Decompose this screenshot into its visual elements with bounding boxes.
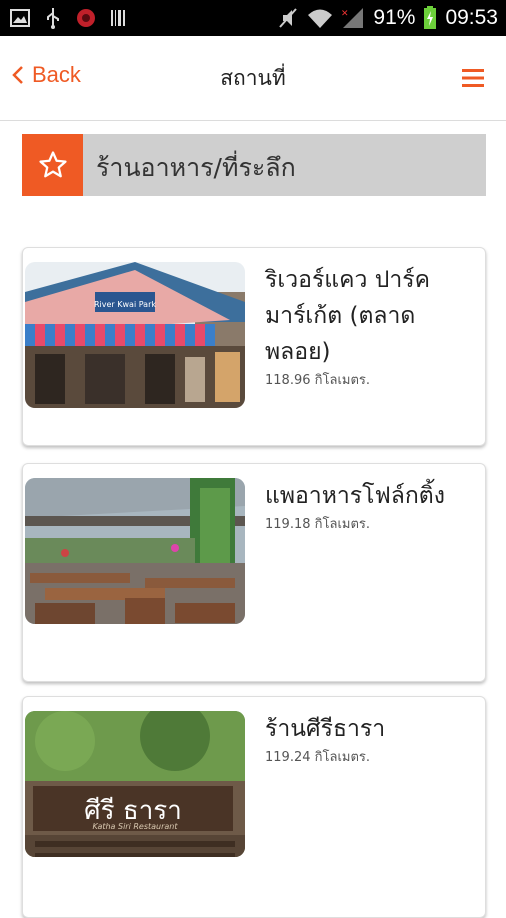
place-distance: 118.96 กิโลเมตร.	[265, 373, 371, 388]
hamburger-menu-icon	[462, 69, 484, 87]
clock: 09:53	[445, 6, 498, 29]
app-bar: Back สถานที่	[0, 36, 506, 121]
mute-icon	[279, 8, 298, 28]
star-icon	[38, 151, 67, 178]
category-label: ร้านอาหาร/ที่ระลึก	[96, 153, 296, 182]
restaurant-sign-subtext: Katha Siri Restaurant	[92, 822, 178, 831]
system-icons: ✕ 91% 09:53	[277, 0, 498, 36]
place-card[interactable]: ศีรี ธารา Katha Siri Restaurant ร้านศีรี…	[22, 696, 486, 918]
place-distance: 119.24 กิโลเมตร.	[265, 750, 371, 765]
app-notification-icon	[77, 9, 95, 27]
status-bar: ✕ 91% 09:53	[0, 0, 506, 36]
place-thumbnail: ศีรี ธารา Katha Siri Restaurant	[25, 711, 245, 857]
place-name: ริเวอร์แคว ปาร์ค มาร์เก้ต (ตลาดพลอย)	[265, 267, 430, 365]
place-thumbnail: River Kwai Park	[25, 262, 245, 408]
place-card[interactable]: แพอาหารโฟล์กติ้ง 119.18 กิโลเมตร.	[22, 463, 486, 682]
usb-icon	[47, 8, 59, 29]
restaurant-photo	[25, 478, 245, 624]
restaurant-photo: ศีรี ธารา Katha Siri Restaurant	[25, 711, 245, 857]
restaurant-sign-text: River Kwai Park	[94, 300, 156, 309]
place-thumbnail	[25, 478, 245, 624]
svg-text:✕: ✕	[341, 9, 349, 19]
place-name: แพอาหารโฟล์กติ้ง	[265, 483, 445, 509]
category-header: ร้านอาหาร/ที่ระลึก	[22, 134, 486, 196]
gallery-icon	[10, 9, 30, 27]
place-card[interactable]: River Kwai Park ริเวอร์แคว ปาร์ค มาร์เก้…	[22, 247, 486, 446]
signal-icon: ✕	[341, 8, 364, 28]
place-name: ร้านศีรีธารา	[265, 716, 386, 742]
battery-percent: 91%	[373, 6, 416, 29]
wifi-icon	[308, 9, 333, 28]
menu-button[interactable]	[462, 69, 484, 91]
notification-icons	[10, 8, 126, 29]
category-icon-box	[22, 134, 83, 196]
barcode-icon	[111, 10, 125, 26]
battery-charging-icon	[424, 6, 437, 29]
page-title: สถานที่	[220, 66, 286, 90]
place-distance: 119.18 กิโลเมตร.	[265, 517, 371, 532]
restaurant-photo: River Kwai Park	[25, 262, 245, 408]
